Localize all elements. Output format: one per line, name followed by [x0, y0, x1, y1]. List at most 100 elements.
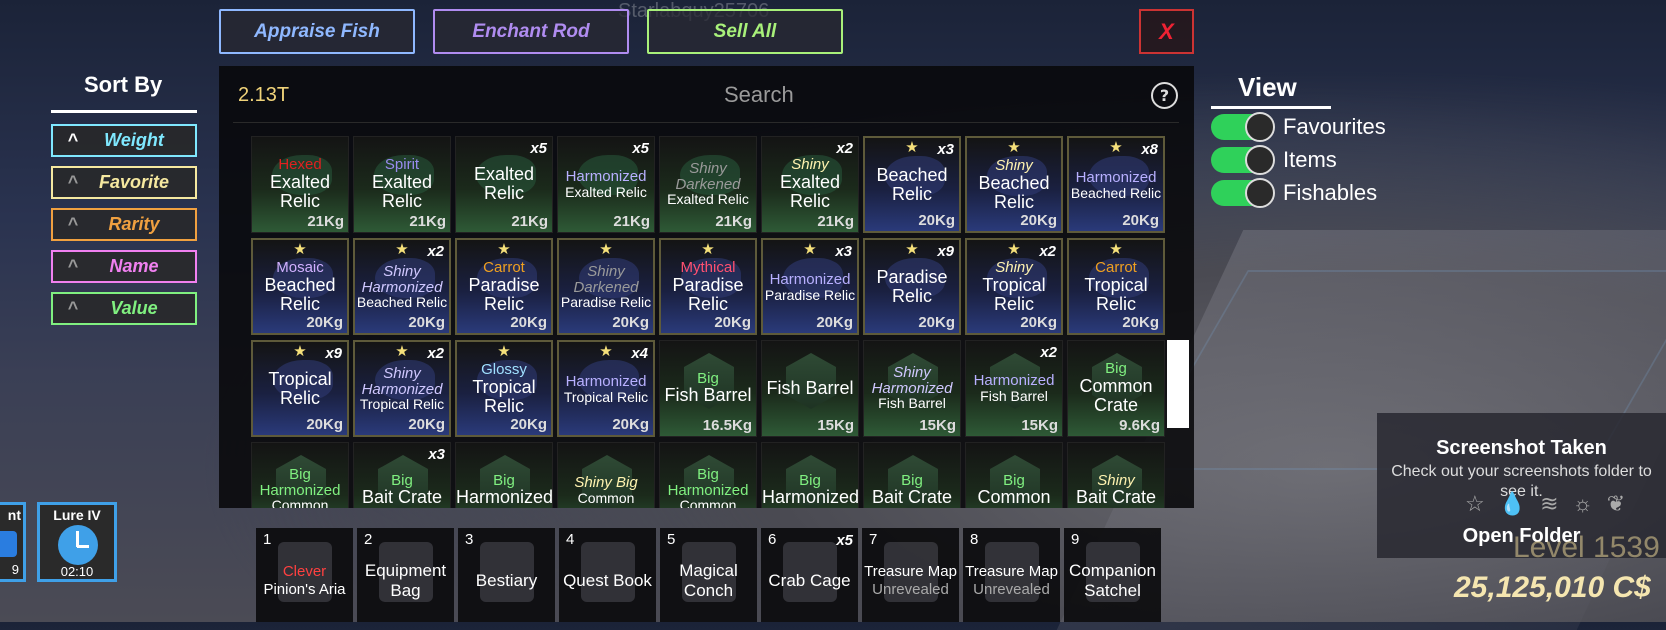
inventory-item[interactable]: Hexed Exalted Relic 21Kg — [251, 136, 349, 233]
hotbar-slot-3[interactable]: 3 Bestiary — [458, 528, 555, 622]
item-mutation: Big — [799, 471, 821, 489]
view-toggle-fishables[interactable]: Fishables — [1211, 178, 1377, 208]
hotbar-slot-8[interactable]: 8 Treasure Map Unrevealed — [963, 528, 1060, 622]
inventory-item[interactable]: ★ Harmonized Beached Relic x8 20Kg — [1067, 136, 1165, 233]
inventory-item[interactable]: ★ Mosaic Beached Relic 20Kg — [251, 238, 349, 335]
item-weight: 20Kg — [510, 416, 547, 433]
inventory-item[interactable]: Big Common — [965, 442, 1063, 508]
inventory-item[interactable]: Big Common Crate 9.6Kg — [1067, 340, 1165, 437]
item-mutation: Shiny Darkened — [675, 159, 741, 193]
hotbar-item-label: Clever Pinion's Aria — [256, 556, 353, 606]
enchant-rod-button[interactable]: Enchant Rod — [433, 9, 629, 54]
item-count: x3 — [937, 141, 954, 158]
inventory-scrollbar[interactable] — [1167, 340, 1189, 428]
inventory-item[interactable]: ★ Harmonized Paradise Relic x3 20Kg — [761, 238, 859, 335]
inventory-item[interactable]: ★ Paradise Relic x9 20Kg — [863, 238, 961, 335]
inventory-item[interactable]: Spirit Exalted Relic 21Kg — [353, 136, 451, 233]
item-weight: 20Kg — [918, 314, 955, 331]
item-weight: 21Kg — [409, 213, 446, 230]
sort-rarity-button[interactable]: ^ Rarity — [51, 208, 197, 241]
sort-option-label: Value — [110, 298, 158, 318]
item-mutation: Big — [1105, 360, 1127, 378]
hotbar-slot-2[interactable]: 2 Equipment Bag — [357, 528, 454, 622]
item-count: x4 — [631, 345, 648, 362]
hotbar-slot-5[interactable]: 5 Magical Conch — [660, 528, 757, 622]
inventory-item[interactable]: Big Harmonized Common — [251, 442, 349, 508]
item-labels: Carrot Tropical Relic — [1069, 252, 1163, 322]
search-input[interactable]: Search — [724, 82, 794, 108]
inventory-item[interactable]: Big Harmonized — [455, 442, 553, 508]
inventory-item[interactable]: Big Harmonized Common — [659, 442, 757, 508]
inventory-item[interactable]: Exalted Relic x5 21Kg — [455, 136, 553, 233]
inventory-item[interactable]: ★ Shiny Harmonized Beached Relic x2 20Kg — [353, 238, 451, 335]
inventory-item[interactable]: Shiny Harmonized Fish Barrel 15Kg — [863, 340, 961, 437]
inventory-item[interactable]: ★ Carrot Tropical Relic 20Kg — [1067, 238, 1165, 335]
inventory-item[interactable]: Shiny Big Common — [557, 442, 655, 508]
item-mutation: Shiny Harmonized — [871, 363, 953, 397]
view-toggle-favourites[interactable]: Favourites — [1211, 112, 1386, 142]
inventory-item[interactable]: ★ Beached Relic x3 20Kg — [863, 136, 961, 233]
inventory-item[interactable]: ★ Shiny Darkened Paradise Relic 20Kg — [557, 238, 655, 335]
inventory-item[interactable]: Shiny Exalted Relic x2 21Kg — [761, 136, 859, 233]
hotbar-item-label: Magical Conch — [660, 556, 757, 606]
sort-by-divider — [51, 110, 197, 113]
item-count: x2 — [836, 140, 853, 157]
inventory-item[interactable]: ★ Carrot Paradise Relic 20Kg — [455, 238, 553, 335]
inventory-item[interactable]: Shiny Bait Crate — [1067, 442, 1165, 508]
chevron-up-icon: ^ — [67, 130, 79, 150]
item-weight: 21Kg — [715, 213, 752, 230]
toggle-switch[interactable] — [1211, 145, 1275, 175]
close-button[interactable]: X — [1139, 9, 1194, 54]
item-mutation: Harmonized — [565, 372, 647, 390]
item-weight: 20Kg — [306, 416, 343, 433]
sell-all-button[interactable]: Sell All — [647, 9, 843, 54]
inventory-item[interactable]: ★ Tropical Relic x9 20Kg — [251, 340, 349, 437]
inventory-item[interactable]: ★ Shiny Beached Relic 20Kg — [965, 136, 1063, 233]
star-icon: ☆ — [1465, 491, 1485, 516]
inventory-item[interactable]: Big Harmonized — [761, 442, 859, 508]
currency-display: 25,125,010 C$ — [1454, 571, 1651, 604]
inventory-item[interactable]: Shiny Darkened Exalted Relic 21Kg — [659, 136, 757, 233]
inventory-item[interactable]: ★ Shiny Harmonized Tropical Relic x2 20Kg — [353, 340, 451, 437]
item-weight: 20Kg — [1122, 212, 1159, 229]
inventory-item[interactable]: ★ Harmonized Tropical Relic x4 20Kg — [557, 340, 655, 437]
item-mutation: Shiny Harmonized — [361, 262, 443, 296]
inventory-item[interactable]: ★ Shiny Tropical Relic x2 20Kg — [965, 238, 1063, 335]
inventory-item[interactable]: Fish Barrel 15Kg — [761, 340, 859, 437]
hotbar-slot-7[interactable]: 7 Treasure Map Unrevealed — [862, 528, 959, 622]
appraise-fish-button[interactable]: Appraise Fish — [219, 9, 415, 54]
hotbar-slot-6[interactable]: 6 x5 Crab Cage — [761, 528, 858, 622]
item-mutation: Glossy — [481, 361, 527, 379]
item-name: Exalted Relic — [565, 183, 647, 200]
sort-value-button[interactable]: ^ Value — [51, 292, 197, 325]
sort-option-label: Rarity — [108, 214, 160, 234]
notification-icons: ☆ 💧 ≋ ☼ ❦ — [1465, 491, 1625, 517]
toggle-switch[interactable] — [1211, 178, 1275, 208]
sort-weight-button[interactable]: ^ Weight — [51, 124, 197, 157]
item-weight: 20Kg — [1020, 212, 1057, 229]
view-toggle-items[interactable]: Items — [1211, 145, 1337, 175]
inventory-item[interactable]: ★ Mythical Paradise Relic 20Kg — [659, 238, 757, 335]
inventory-item[interactable]: ★ Glossy Tropical Relic 20Kg — [455, 340, 553, 437]
toggle-switch[interactable] — [1211, 112, 1275, 142]
inventory-item[interactable]: Harmonized Fish Barrel x2 15Kg — [965, 340, 1063, 437]
item-mutation: Harmonized — [973, 371, 1055, 389]
sort-option-label: Favorite — [98, 172, 170, 192]
hotbar-item-name: Quest Book — [563, 570, 652, 590]
hotbar-slot-4[interactable]: 4 Quest Book — [559, 528, 656, 622]
inventory-item[interactable]: Big Fish Barrel 16.5Kg — [659, 340, 757, 437]
inventory-item[interactable]: Big Bait Crate x3 — [353, 442, 451, 508]
sort-favorite-button[interactable]: ^ Favorite — [51, 166, 197, 199]
help-icon[interactable]: ? — [1151, 82, 1178, 109]
sun-icon: ☼ — [1572, 491, 1593, 516]
inventory-item[interactable]: Harmonized Exalted Relic x5 21Kg — [557, 136, 655, 233]
sort-name-button[interactable]: ^ Name — [51, 250, 197, 283]
boost-timer: 9 — [11, 562, 19, 577]
hotbar-slot-9[interactable]: 9 Companion Satchel — [1064, 528, 1161, 622]
hotbar-slot-number: 5 — [667, 531, 676, 548]
inventory-item[interactable]: Big Bait Crate — [863, 442, 961, 508]
notification-title: Screenshot Taken — [1436, 437, 1607, 459]
hotbar-slot-1[interactable]: 1 Clever Pinion's Aria — [256, 528, 353, 622]
boost-slot-1[interactable]: nt 9 — [0, 502, 26, 582]
boost-slot-lure[interactable]: Lure IV 02:10 — [37, 502, 117, 582]
